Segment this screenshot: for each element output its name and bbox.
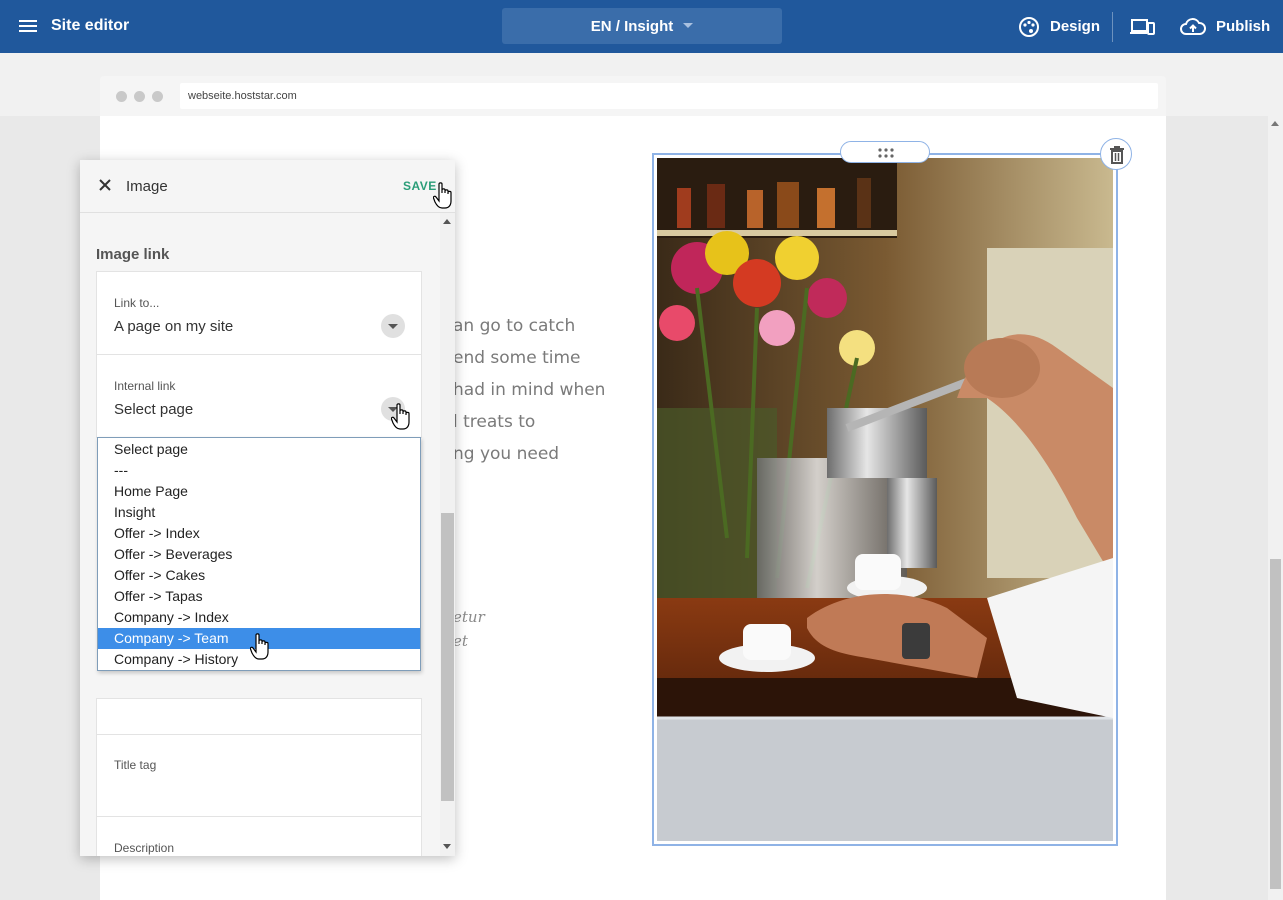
trash-icon (1110, 146, 1124, 164)
meta-settings-card: Title tag Description (96, 698, 422, 856)
page-option[interactable]: Home Page (98, 481, 420, 502)
design-button[interactable]: Design (1018, 0, 1100, 53)
link-to-dropdown-icon[interactable] (381, 314, 405, 338)
body-text-line: ng you need (453, 444, 560, 464)
panel-header: Image SAVE (80, 160, 455, 213)
field-divider (97, 816, 421, 817)
device-preview-button[interactable] (1130, 0, 1156, 53)
page-option[interactable]: Company -> Index (98, 607, 420, 628)
url-bar: webseite.hoststar.com (180, 83, 1158, 109)
scroll-up-icon[interactable] (1271, 121, 1279, 126)
page-option[interactable]: Offer -> Cakes (98, 565, 420, 586)
page-option[interactable]: --- (98, 460, 420, 481)
italic-text-line: et (453, 632, 468, 650)
cloud-upload-icon (1180, 17, 1206, 35)
page-option[interactable]: Insight (98, 502, 420, 523)
menu-icon[interactable] (19, 18, 39, 34)
devices-icon (1130, 18, 1155, 35)
window-dot (116, 91, 127, 102)
link-to-value[interactable]: A page on my site (114, 318, 233, 335)
window-dot (152, 91, 163, 102)
link-settings-card: Link to... A page on my site Internal li… (96, 271, 422, 438)
body-text-line: had in mind when (453, 380, 606, 400)
scrollbar-thumb[interactable] (441, 513, 454, 801)
delete-button[interactable] (1100, 138, 1132, 170)
page-select-list[interactable]: Select page --- Home Page Insight Offer … (97, 437, 421, 671)
scrollbar-thumb[interactable] (1270, 559, 1281, 889)
scroll-down-icon[interactable] (443, 844, 451, 849)
section-title: Image link (96, 246, 170, 263)
publish-label: Publish (1216, 18, 1271, 35)
page-option[interactable]: Offer -> Index (98, 523, 420, 544)
drag-handle[interactable] (840, 141, 930, 163)
page-option[interactable]: Offer -> Tapas (98, 586, 420, 607)
panel-scrollbar[interactable] (440, 213, 455, 856)
chevron-down-icon (683, 23, 694, 28)
internal-link-dropdown-icon[interactable] (381, 397, 405, 421)
coffee-photo-illustration (657, 158, 1113, 841)
browser-frame: webseite.hoststar.com (100, 76, 1166, 116)
coffee-photo (657, 158, 1113, 841)
internal-link-value[interactable]: Select page (114, 401, 193, 418)
body-text-line: end some time (453, 348, 581, 368)
toolbar-divider (1112, 12, 1113, 42)
window-dot (134, 91, 145, 102)
italic-text-line: etur (453, 608, 485, 626)
language-page-selector[interactable]: EN / Insight (502, 8, 782, 44)
page-option[interactable]: Offer -> Beverages (98, 544, 420, 565)
drag-dots-icon (878, 148, 894, 158)
field-divider (97, 734, 421, 735)
palette-icon (1019, 16, 1039, 37)
title-tag-label: Title tag (114, 758, 157, 772)
page-option-highlighted[interactable]: Company -> Team (98, 628, 420, 649)
close-icon[interactable] (97, 177, 115, 195)
description-label: Description (114, 841, 175, 855)
language-page-label: EN / Insight (590, 18, 674, 35)
app-title: Site editor (51, 17, 130, 34)
top-bar: Site editor EN / Insight Design Publish (0, 0, 1283, 53)
save-button[interactable]: SAVE (403, 179, 437, 193)
panel-title: Image (126, 178, 168, 195)
publish-button[interactable]: Publish (1180, 0, 1270, 53)
body-text-line: l treats to (453, 412, 536, 432)
body-text-line: an go to catch (453, 316, 576, 336)
page-option[interactable]: Company -> History (98, 649, 420, 670)
link-to-label: Link to... (114, 296, 160, 310)
page-option[interactable]: Select page (98, 439, 420, 460)
scroll-up-icon[interactable] (443, 219, 451, 224)
image-block[interactable] (652, 153, 1118, 846)
design-label: Design (1050, 18, 1101, 35)
internal-link-label: Internal link (114, 379, 176, 393)
page-scrollbar[interactable] (1268, 116, 1283, 900)
field-divider (97, 354, 421, 355)
